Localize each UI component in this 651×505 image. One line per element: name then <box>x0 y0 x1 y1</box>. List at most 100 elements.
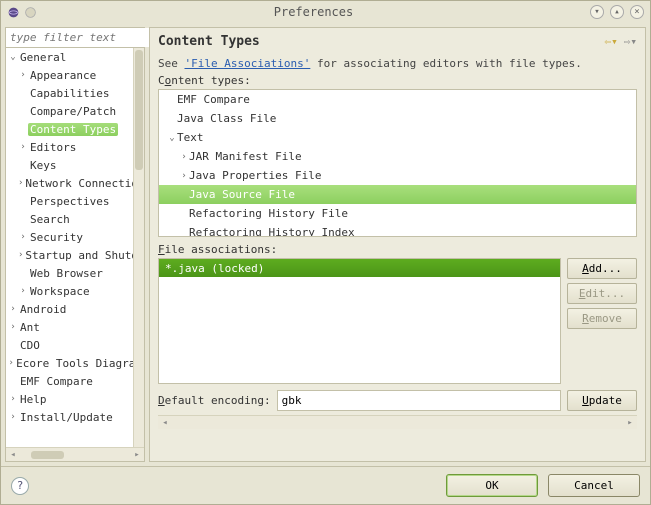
filter-input[interactable] <box>6 28 160 47</box>
tree-item-label: Web Browser <box>28 267 105 280</box>
tree-item[interactable]: ›Workspace <box>6 282 144 300</box>
eclipse-icon <box>7 6 20 19</box>
tree-item[interactable]: Web Browser <box>6 264 144 282</box>
ok-button[interactable]: OK <box>446 474 538 497</box>
chevron-right-icon[interactable]: › <box>18 70 28 80</box>
scroll-right-icon[interactable]: ▸ <box>130 450 144 460</box>
tree-item[interactable]: Content Types <box>6 120 144 138</box>
file-association-item[interactable]: *.java (locked) <box>159 259 560 277</box>
tree-item-label: Android <box>18 303 68 316</box>
tree-item[interactable]: ›Ecore Tools Diagram <box>6 354 144 372</box>
tree-item-label: EMF Compare <box>18 375 95 388</box>
page-pane: Content Types ⇦▾ ⇨▾ See 'File Associatio… <box>149 27 646 462</box>
content-type-item[interactable]: ›JAR Manifest File <box>159 147 636 166</box>
window-title: Preferences <box>37 5 590 19</box>
content-type-label: EMF Compare <box>177 93 250 106</box>
minimize-button[interactable]: ▾ <box>590 5 604 19</box>
forward-icon[interactable]: ⇨▾ <box>624 35 637 48</box>
chevron-right-icon[interactable]: › <box>8 412 18 422</box>
filter-wrap: ✎ <box>6 28 144 48</box>
tree-item-label: Network Connections <box>23 177 144 190</box>
tree-item-label: Compare/Patch <box>28 105 118 118</box>
tree-item-label: Perspectives <box>28 195 111 208</box>
content-type-label: Text <box>177 131 204 144</box>
chevron-right-icon[interactable]: › <box>18 286 28 296</box>
scroll-right-icon[interactable]: ▸ <box>623 418 637 428</box>
tree-item[interactable]: ›Install/Update <box>6 408 144 426</box>
tree-item[interactable]: ›Appearance <box>6 66 144 84</box>
content-type-label: Java Properties File <box>189 169 321 182</box>
nav-tree[interactable]: ⌄General›AppearanceCapabilitiesCompare/P… <box>6 48 144 447</box>
default-encoding-input[interactable] <box>277 390 561 411</box>
content-type-label: Java Class File <box>177 112 276 125</box>
tree-item[interactable]: Keys <box>6 156 144 174</box>
tree-item[interactable]: ›Ant <box>6 318 144 336</box>
tree-item[interactable]: Compare/Patch <box>6 102 144 120</box>
tree-item-label: Workspace <box>28 285 92 298</box>
chevron-right-icon[interactable]: › <box>179 152 189 162</box>
file-associations-list[interactable]: *.java (locked) <box>158 258 561 384</box>
tree-item[interactable]: ›Security <box>6 228 144 246</box>
tree-item[interactable]: Capabilities <box>6 84 144 102</box>
tree-item[interactable]: EMF Compare <box>6 372 144 390</box>
chevron-right-icon[interactable]: › <box>18 142 28 152</box>
back-icon[interactable]: ⇦▾ <box>605 35 618 48</box>
content-type-item[interactable]: ›Java Properties File <box>159 166 636 185</box>
tree-item[interactable]: CDO <box>6 336 144 354</box>
page-scrollbar-horizontal[interactable]: ◂ ▸ <box>158 415 637 429</box>
dialog-footer: ? OK Cancel <box>1 466 650 504</box>
content-type-item[interactable]: Refactoring History Index <box>159 223 636 237</box>
tree-item[interactable]: ›Network Connections <box>6 174 144 192</box>
chevron-right-icon[interactable]: › <box>8 322 18 332</box>
page-nav-toolbar: ⇦▾ ⇨▾ <box>605 35 638 48</box>
close-button[interactable]: × <box>630 5 644 19</box>
chevron-right-icon[interactable]: › <box>8 304 18 314</box>
add-button[interactable]: Add... <box>567 258 637 279</box>
tree-item[interactable]: Perspectives <box>6 192 144 210</box>
chevron-right-icon[interactable]: › <box>8 394 18 404</box>
content-types-tree[interactable]: EMF CompareJava Class File⌄Text›JAR Mani… <box>158 89 637 237</box>
content-type-label: Refactoring History Index <box>189 226 355 237</box>
content-type-label: JAR Manifest File <box>189 150 302 163</box>
content-type-item[interactable]: Refactoring History File <box>159 204 636 223</box>
file-associations-link[interactable]: 'File Associations' <box>185 57 311 70</box>
tree-item-label: CDO <box>18 339 42 352</box>
tree-item[interactable]: ›Help <box>6 390 144 408</box>
page-description: See 'File Associations' for associating … <box>158 57 637 70</box>
content-type-item[interactable]: Java Class File <box>159 109 636 128</box>
tree-item-label: Keys <box>28 159 59 172</box>
chevron-right-icon[interactable]: › <box>179 171 189 181</box>
tree-item-label: Ecore Tools Diagram <box>14 357 144 370</box>
scroll-left-icon[interactable]: ◂ <box>158 418 172 428</box>
tree-item-label: Ant <box>18 321 42 334</box>
nav-scrollbar-horizontal[interactable]: ◂ ▸ <box>6 447 144 461</box>
chevron-right-icon[interactable]: › <box>18 232 28 242</box>
nav-pane: ✎ ⌄General›AppearanceCapabilitiesCompare… <box>5 27 145 462</box>
chevron-down-icon[interactable]: ⌄ <box>8 52 18 62</box>
content-type-item[interactable]: Java Source File <box>159 185 636 204</box>
update-button[interactable]: Update <box>567 390 637 411</box>
tree-item-label: Startup and Shutdown <box>23 249 144 262</box>
tree-item-label: General <box>18 51 68 64</box>
scroll-left-icon[interactable]: ◂ <box>6 450 20 460</box>
tree-item[interactable]: ›Editors <box>6 138 144 156</box>
content-type-label: Java Source File <box>189 188 295 201</box>
content-type-item[interactable]: EMF Compare <box>159 90 636 109</box>
preferences-window: Preferences ▾ ▴ × ✎ ⌄General›AppearanceC… <box>0 0 651 505</box>
content-type-item[interactable]: ⌄Text <box>159 128 636 147</box>
nav-scrollbar-vertical[interactable] <box>133 48 144 447</box>
tree-item-label: Capabilities <box>28 87 111 100</box>
tree-item-label: Search <box>28 213 72 226</box>
tree-item[interactable]: ›Startup and Shutdown <box>6 246 144 264</box>
tree-item[interactable]: ›Android <box>6 300 144 318</box>
default-encoding-label: Default encoding: <box>158 394 271 407</box>
cancel-button[interactable]: Cancel <box>548 474 640 497</box>
tree-item[interactable]: ⌄General <box>6 48 144 66</box>
chevron-down-icon[interactable]: ⌄ <box>167 133 177 143</box>
page-title: Content Types <box>158 34 605 49</box>
help-button[interactable]: ? <box>11 477 29 495</box>
tree-item-label: Appearance <box>28 69 98 82</box>
tree-item-label: Editors <box>28 141 78 154</box>
tree-item[interactable]: Search <box>6 210 144 228</box>
maximize-button[interactable]: ▴ <box>610 5 624 19</box>
